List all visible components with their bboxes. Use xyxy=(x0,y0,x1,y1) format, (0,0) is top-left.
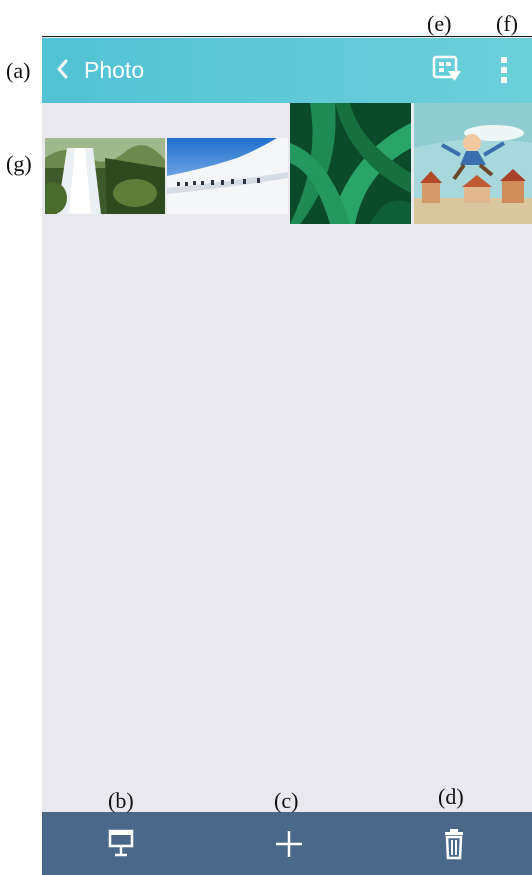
photo-thumbnail-green-leaves[interactable] xyxy=(290,103,411,224)
chevron-left-icon[interactable] xyxy=(55,56,77,84)
annotation-a: (a) xyxy=(6,58,31,83)
annotation-d: (d) xyxy=(438,784,464,809)
phone-screen: Photo xyxy=(42,37,532,875)
bottom-action-bar xyxy=(42,812,532,875)
add-icon[interactable] xyxy=(269,826,309,862)
photo-thumbnail-white-building[interactable] xyxy=(167,138,288,214)
photo-thumbnail-cartoon-village[interactable] xyxy=(414,103,532,224)
annotation-g: (g) xyxy=(6,151,32,176)
photo-thumbnail-waterfall[interactable] xyxy=(45,138,165,214)
slideshow-icon[interactable] xyxy=(101,826,141,862)
screenshot-figure: (e) (f) (a) (g) Photo (b) (c) (d) xyxy=(0,0,532,875)
more-vertical-icon[interactable] xyxy=(492,54,516,86)
annotation-e: (e) xyxy=(427,11,452,36)
cast-to-screen-icon[interactable] xyxy=(432,55,464,85)
annotation-b: (b) xyxy=(108,788,134,813)
annotation-f: (f) xyxy=(496,11,518,36)
page-title[interactable]: Photo xyxy=(84,56,144,84)
trash-icon[interactable] xyxy=(434,826,474,862)
annotation-c: (c) xyxy=(274,788,299,813)
app-bar: Photo xyxy=(42,38,532,103)
